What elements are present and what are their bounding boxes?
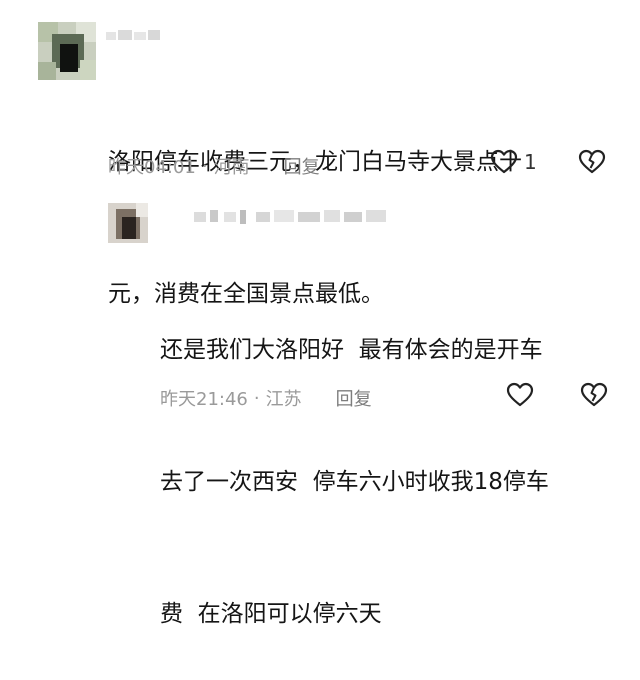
heart-outline-icon — [506, 382, 534, 408]
timestamp: 昨天04:01 — [108, 157, 196, 178]
dislike-button[interactable] — [578, 149, 606, 175]
comment-meta-1: 昨天04:01 · 河南 回复 — [108, 153, 320, 179]
like-button[interactable] — [506, 382, 534, 408]
username-comment-2[interactable] — [194, 210, 394, 224]
reply-button[interactable]: 回复 — [284, 153, 320, 179]
comment-text-2-line-2: 去了一次西安 停车六小时收我18停车 — [160, 469, 549, 495]
comment-meta-2: 昨天21:46 · 江苏 回复 — [160, 385, 372, 411]
comment-text-2-line-3: 费 在洛阳可以停六天 — [160, 601, 382, 627]
broken-heart-icon — [580, 382, 608, 408]
separator-dot: · — [201, 155, 208, 177]
heart-outline-icon — [490, 149, 518, 175]
location: 河南 — [213, 157, 250, 178]
avatar-comment-1[interactable] — [38, 22, 96, 80]
username-comment-1[interactable] — [106, 30, 160, 42]
comment-text-2-line-1: 还是我们大洛阳好 最有体会的是开车 — [160, 337, 543, 363]
location: 江苏 — [265, 389, 302, 410]
timestamp: 昨天21:46 — [160, 389, 248, 410]
dislike-button[interactable] — [580, 382, 608, 408]
avatar-comment-2[interactable] — [108, 203, 148, 243]
broken-heart-icon — [578, 149, 606, 175]
comment-text-2: 还是我们大洛阳好 最有体会的是开车 去了一次西安 停车六小时收我18停车 费 在… — [160, 240, 630, 680]
like-count: 1 — [524, 150, 537, 174]
like-button[interactable]: 1 — [490, 149, 537, 175]
separator-dot: · — [253, 387, 260, 409]
reply-button[interactable]: 回复 — [336, 385, 372, 411]
